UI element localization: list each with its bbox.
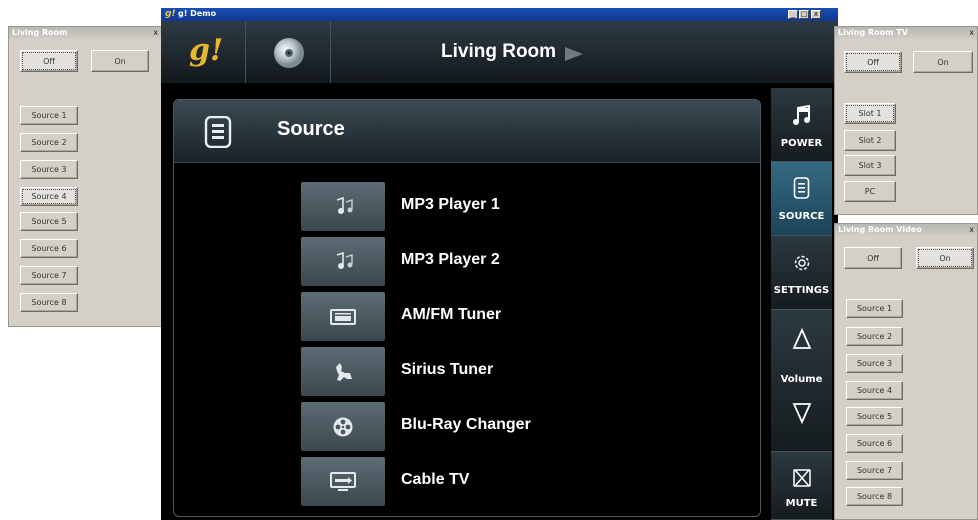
source-3-button[interactable]: Source 3 <box>20 160 78 179</box>
source-5-button[interactable]: Source 5 <box>846 407 903 426</box>
on-button[interactable]: On <box>913 51 973 73</box>
off-button[interactable]: Off <box>20 50 78 72</box>
source-5-button[interactable]: Source 5 <box>20 212 78 231</box>
source-item-am-fm-tuner[interactable]: AM/FM Tuner <box>301 292 721 341</box>
source-8-button[interactable]: Source 8 <box>846 487 903 506</box>
panel-title: Source <box>277 118 345 140</box>
source-3-button[interactable]: Source 3 <box>846 354 903 373</box>
on-button[interactable]: On <box>91 50 149 72</box>
slot-1-button[interactable]: Slot 1 <box>844 103 896 124</box>
source-item-label: Sirius Tuner <box>401 361 494 378</box>
source-item-cable-tv[interactable]: Cable TV <box>301 457 721 506</box>
music-notes-icon <box>336 196 353 214</box>
title-bar: g! g! Demo _ □ x <box>161 8 838 21</box>
source-8-button[interactable]: Source 8 <box>20 293 78 312</box>
source-1-button[interactable]: Source 1 <box>20 106 78 125</box>
source-item-sirius-tuner[interactable]: Sirius Tuner <box>301 347 721 396</box>
slot-2-button[interactable]: Slot 2 <box>844 130 896 151</box>
source-4-button[interactable]: Source 4 <box>20 187 78 206</box>
film-reel-icon <box>333 417 353 436</box>
source-item-button[interactable] <box>301 347 385 396</box>
source-nav-label: SOURCE <box>778 211 825 222</box>
remote-icon <box>204 116 232 148</box>
living-room-video-window: Living Room Video x Off On Source 1 Sourc… <box>834 223 978 520</box>
source-item-mp3-player-1[interactable]: MP3 Player 1 <box>301 182 721 231</box>
source-7-button[interactable]: Source 7 <box>846 461 903 480</box>
room-title: Living Room <box>441 41 557 62</box>
source-item-blu-ray-changer[interactable]: Blu-Ray Changer <box>301 402 721 451</box>
slot-3-button[interactable]: Slot 3 <box>844 155 896 176</box>
source-item-button[interactable] <box>301 457 385 506</box>
source-7-button[interactable]: Source 7 <box>20 266 78 285</box>
window-title: Living Room TV <box>838 28 908 37</box>
g-demo-window: g! g! Demo _ □ x g! Living Room Source M… <box>161 8 838 520</box>
off-button[interactable]: Off <box>844 51 902 73</box>
window-title: Living Room <box>12 28 68 37</box>
source-1-button[interactable]: Source 1 <box>846 299 903 318</box>
source-item-button[interactable] <box>301 237 385 286</box>
off-button[interactable]: Off <box>844 247 902 269</box>
close-icon[interactable]: x <box>969 224 974 236</box>
source-item-button[interactable] <box>301 292 385 341</box>
living-room-tv-window: Living Room TV x Off On Slot 1 Slot 2 Slo… <box>834 26 978 215</box>
tv-icon <box>330 471 356 491</box>
room-selector[interactable]: Living Room <box>331 21 838 83</box>
settings-nav-label: SETTINGS <box>773 285 830 296</box>
volume-label: Volume <box>780 374 823 385</box>
living-room-titlebar: Living Room x <box>9 27 161 39</box>
remote-icon <box>793 177 810 199</box>
volume-down-icon[interactable] <box>792 402 812 424</box>
source-4-button[interactable]: Source 4 <box>846 381 903 400</box>
mute-icon <box>793 469 811 487</box>
source-item-button[interactable] <box>301 182 385 231</box>
dog-icon <box>336 362 352 381</box>
volume-up-icon[interactable] <box>792 328 812 350</box>
gear-icon <box>794 255 810 271</box>
g-logo: g! <box>189 33 224 68</box>
living-room-window: Living Room x Off On Source 1 Source 2 So… <box>8 26 162 327</box>
on-button[interactable]: On <box>916 247 974 269</box>
maximize-button[interactable]: □ <box>799 10 809 19</box>
pc-button[interactable]: PC <box>844 181 896 202</box>
close-icon[interactable]: x <box>153 27 158 39</box>
source-item-mp3-player-2[interactable]: MP3 Player 2 <box>301 237 721 286</box>
source-panel: Source MP3 Player 1 MP3 Player 2 AM/FM T… <box>173 99 761 517</box>
radio-icon <box>330 308 356 325</box>
home-logo-button[interactable]: g! <box>161 21 246 83</box>
source-6-button[interactable]: Source 6 <box>20 239 78 258</box>
source-item-label: MP3 Player 1 <box>401 196 500 213</box>
power-nav-label: POWER <box>780 138 823 149</box>
source-6-button[interactable]: Source 6 <box>846 434 903 453</box>
living-room-video-titlebar: Living Room Video x <box>835 224 977 236</box>
living-room-tv-titlebar: Living Room TV x <box>835 27 977 39</box>
app-logo-icon: g! <box>165 9 176 19</box>
music-note-icon <box>793 105 810 125</box>
source-item-label: Blu-Ray Changer <box>401 416 531 433</box>
disc-button[interactable] <box>246 21 331 83</box>
power-nav-button[interactable]: POWER <box>771 88 832 162</box>
source-nav-button[interactable]: SOURCE <box>771 162 832 236</box>
source-item-label: MP3 Player 2 <box>401 251 500 268</box>
source-item-label: AM/FM Tuner <box>401 306 502 323</box>
close-button[interactable]: x <box>811 10 821 19</box>
source-item-label: Cable TV <box>401 471 470 488</box>
volume-control: Volume <box>771 310 832 452</box>
source-item-button[interactable] <box>301 402 385 451</box>
source-2-button[interactable]: Source 2 <box>846 327 903 346</box>
mute-nav-label: MUTE <box>785 498 818 509</box>
mute-nav-button[interactable]: MUTE <box>771 452 832 520</box>
minimize-button[interactable]: _ <box>788 10 798 19</box>
close-icon[interactable]: x <box>969 27 974 39</box>
settings-nav-button[interactable]: SETTINGS <box>771 236 832 310</box>
source-2-button[interactable]: Source 2 <box>20 133 78 152</box>
disc-icon <box>274 38 304 68</box>
music-notes-icon <box>336 251 353 269</box>
window-title: g! Demo <box>178 9 217 18</box>
panel-header: Source <box>174 100 760 163</box>
window-title: Living Room Video <box>838 225 922 234</box>
arrow-right-icon <box>565 47 583 61</box>
